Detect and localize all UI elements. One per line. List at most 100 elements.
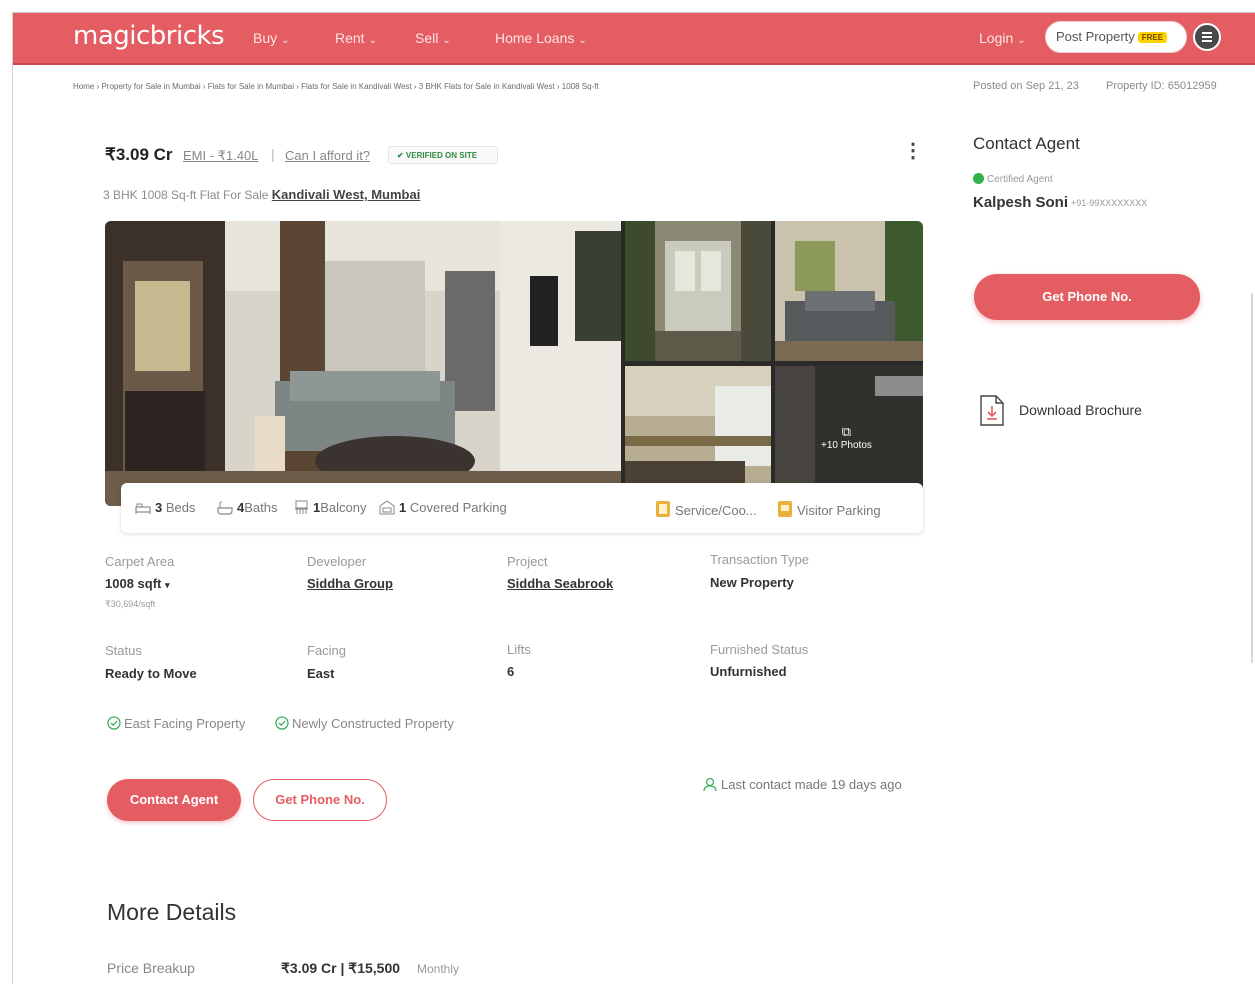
garage-icon	[379, 500, 395, 518]
check-circle-icon	[107, 716, 121, 733]
price-breakup-suffix: Monthly	[417, 962, 460, 976]
divider: |	[271, 146, 275, 162]
status-value: Ready to Move	[105, 666, 197, 681]
free-badge: FREE	[1137, 32, 1168, 43]
baths-info: 4Baths	[217, 500, 277, 518]
scrollbar[interactable]	[1251, 293, 1253, 663]
price: ₹3.09 Cr	[105, 145, 173, 164]
location-link[interactable]: Kandivali West, Mumbai	[272, 187, 421, 202]
parking-label: Covered Parking	[409, 500, 507, 515]
bed-icon	[135, 501, 151, 518]
price-breakup-value: ₹3.09 Cr | ₹15,500	[281, 960, 401, 976]
tag-east-facing: East Facing Property	[107, 716, 245, 733]
emi-link[interactable]: EMI - ₹1.40L	[183, 148, 258, 164]
chevron-down-icon: ▾	[165, 580, 170, 590]
carpet-rate: ₹30,694/sqft	[105, 599, 156, 609]
certified-check-icon	[973, 173, 984, 184]
photo-gallery[interactable]: ⧉ +10 Photos	[105, 221, 923, 506]
lifts-value: 6	[507, 664, 515, 679]
main-photo[interactable]	[105, 221, 621, 506]
gallery-thumb-1[interactable]	[625, 221, 771, 361]
contact-agent-button[interactable]: Contact Agent	[107, 779, 241, 821]
get-phone-button[interactable]: Get Phone No.	[253, 779, 387, 821]
download-brochure-link[interactable]: Download Brochure	[1019, 402, 1142, 418]
nav-buy-label: Buy	[253, 30, 278, 46]
photo-count-label: +10 Photos	[821, 440, 872, 451]
page-frame: magicbricks Buy ⌄ Rent ⌄ Sell ⌄ Home Loans ⌄…	[12, 12, 1255, 984]
hamburger-menu-icon[interactable]	[1193, 23, 1221, 51]
facing-label: Facing	[307, 643, 347, 658]
last-contact-info: Last contact made 19 days ago	[703, 777, 902, 795]
visitor-parking-info: Visitor Parking	[777, 500, 881, 521]
listing-subtitle: 3 BHK 1008 Sq-ft Flat For Sale Kandivali…	[103, 187, 420, 202]
bath-icon	[217, 501, 233, 518]
chevron-down-icon: ⌄	[368, 35, 377, 46]
beds-count: 3	[155, 500, 163, 515]
developer-label: Developer	[307, 554, 367, 569]
nav-home-loans[interactable]: Home Loans ⌄	[495, 30, 587, 46]
visitor-parking-label: Visitor Parking	[797, 503, 881, 518]
carpet-area-label: Carpet Area	[105, 554, 175, 569]
post-property-label: Post Property	[1056, 29, 1135, 44]
chevron-down-icon: ⌄	[281, 35, 290, 46]
sidebar-get-phone-button[interactable]: Get Phone No.	[974, 274, 1200, 320]
carpet-area-text: 1008 sqft	[105, 576, 162, 591]
certified-label: Certified Agent	[987, 174, 1053, 185]
baths-label: Baths	[244, 500, 278, 515]
agent-phone: +91-99XXXXXXXX	[1071, 198, 1148, 208]
listing-type: 3 BHK 1008 Sq-ft Flat For Sale	[103, 188, 269, 202]
service-lift-label: Service/Coo...	[675, 503, 757, 518]
post-property-button[interactable]: Post Property FREE	[1045, 21, 1187, 53]
agent-name: Kalpesh Soni	[973, 194, 1069, 211]
project-link[interactable]: Siddha Seabrook	[507, 576, 613, 591]
nav-home-loans-label: Home Loans	[495, 30, 575, 46]
last-contact-label: Last contact made 19 days ago	[721, 777, 902, 792]
nav-rent-label: Rent	[335, 30, 365, 46]
visitor-parking-icon	[777, 500, 793, 521]
parking-info: 1 Covered Parking	[379, 500, 507, 518]
chevron-down-icon: ⌄	[578, 35, 587, 46]
tag-newly-constructed-label: Newly Constructed Property	[292, 716, 454, 731]
balcony-label: Balcony	[320, 500, 367, 515]
carpet-area-value[interactable]: 1008 sqft ▾	[105, 576, 170, 591]
nav-rent[interactable]: Rent ⌄	[335, 30, 377, 46]
transaction-type-label: Transaction Type	[710, 552, 809, 567]
contact-agent-title: Contact Agent	[973, 134, 1080, 153]
verified-badge: ✔ VERIFIED ON SITE	[388, 146, 498, 164]
user-icon	[703, 777, 717, 795]
amenities-bar: 3 Beds 4Baths 1Balcony 1 Covered Parking…	[121, 483, 923, 533]
login-menu[interactable]: Login ⌄	[979, 30, 1026, 46]
tag-east-facing-label: East Facing Property	[124, 716, 246, 731]
chevron-down-icon: ⌄	[442, 35, 451, 46]
property-id: Property ID: 65012959	[1106, 80, 1217, 92]
transaction-type-value: New Property	[710, 575, 794, 590]
brand-logo[interactable]: magicbricks	[73, 21, 225, 51]
breadcrumb[interactable]: Home › Property for Sale in Mumbai › Fla…	[73, 82, 599, 91]
beds-info: 3 Beds	[135, 500, 196, 518]
price-breakup-label: Price Breakup	[107, 960, 195, 976]
lifts-label: Lifts	[507, 642, 531, 657]
afford-link[interactable]: Can I afford it?	[285, 148, 370, 163]
nav-sell[interactable]: Sell ⌄	[415, 30, 451, 46]
status-label: Status	[105, 643, 142, 658]
furnished-status-value: Unfurnished	[710, 664, 787, 679]
chevron-down-icon: ⌄	[1017, 35, 1026, 46]
nav-buy[interactable]: Buy ⌄	[253, 30, 290, 46]
facing-value: East	[307, 666, 335, 681]
certified-agent-badge: Certified Agent	[973, 173, 1053, 185]
download-pdf-icon[interactable]	[979, 395, 1005, 432]
beds-label: Beds	[165, 500, 196, 515]
more-options-icon[interactable]: ⋮	[903, 141, 923, 161]
photo-count[interactable]: ⧉ +10 Photos	[821, 424, 872, 451]
tag-newly-constructed: Newly Constructed Property	[275, 716, 454, 733]
balcony-info: 1Balcony	[294, 500, 366, 518]
top-navbar: magicbricks Buy ⌄ Rent ⌄ Sell ⌄ Home Loans ⌄…	[13, 13, 1255, 65]
developer-link[interactable]: Siddha Group	[307, 576, 393, 591]
parking-count: 1	[399, 500, 407, 515]
balcony-icon	[294, 500, 309, 518]
gallery-thumb-2[interactable]	[775, 221, 923, 361]
project-label: Project	[507, 554, 548, 569]
nav-sell-label: Sell	[415, 30, 439, 46]
posted-date: Posted on Sep 21, 23	[973, 80, 1079, 92]
login-label: Login	[979, 30, 1014, 46]
